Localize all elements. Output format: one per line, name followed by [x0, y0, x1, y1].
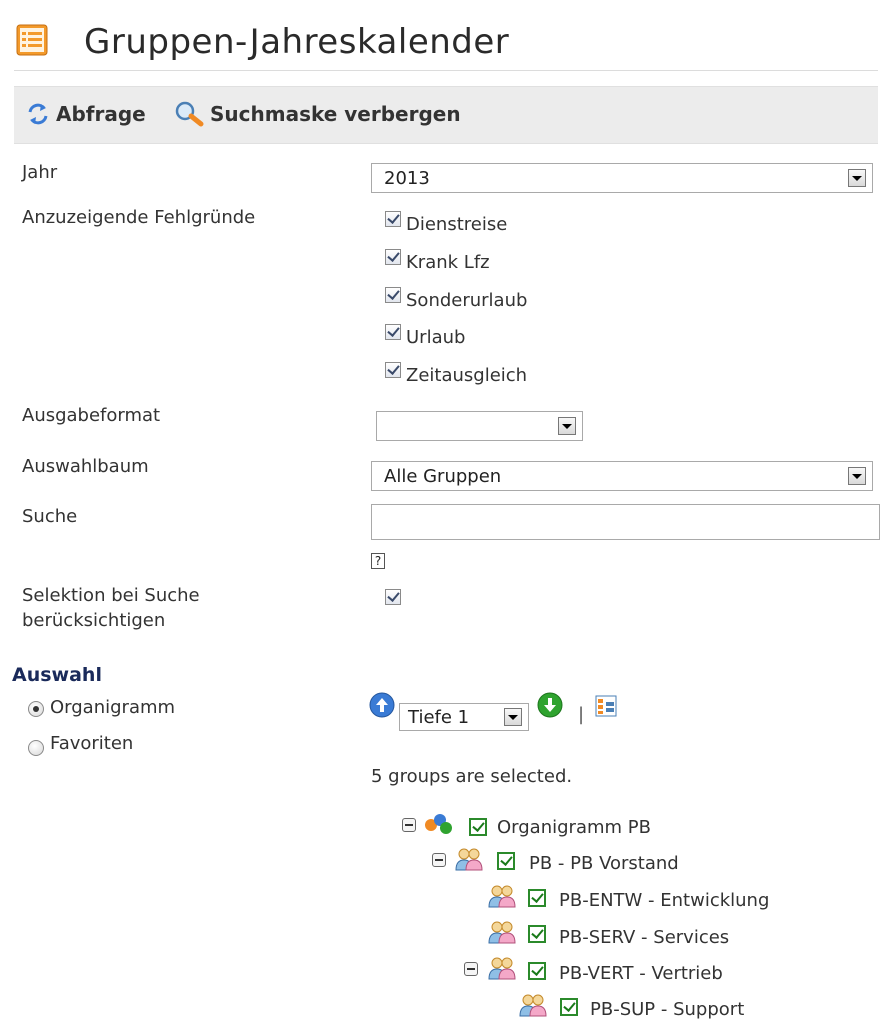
search-input[interactable]: [371, 504, 880, 540]
group-users-icon: [519, 994, 547, 1017]
query-button-label: Abfrage: [56, 102, 146, 126]
group-users-icon: [455, 848, 483, 871]
radio-organigramm-label: Organigramm: [50, 697, 176, 718]
tree-checkbox[interactable]: [528, 962, 546, 980]
tree-node-label[interactable]: PB - PB Vorstand: [529, 853, 679, 874]
radio-favoriten-label: Favoriten: [50, 733, 134, 754]
year-select[interactable]: 2013: [371, 163, 873, 193]
radio-organigramm[interactable]: [28, 701, 44, 717]
arrow-up-circle-icon[interactable]: [369, 692, 395, 718]
tree-checkbox[interactable]: [560, 998, 578, 1016]
reason-checkbox-krank-lfz[interactable]: [385, 249, 401, 265]
page-title: Gruppen-Jahreskalender: [84, 22, 510, 62]
help-icon[interactable]: ?: [371, 553, 385, 569]
reason-checkbox-zeitausgleich[interactable]: [385, 362, 401, 378]
tree-toggle-collapse[interactable]: [402, 818, 416, 832]
chevron-down-icon[interactable]: [848, 467, 866, 485]
selection-in-search-label-line2: berücksichtigen: [22, 610, 166, 631]
depth-select[interactable]: Tiefe 1: [399, 703, 529, 731]
toolbar: Abfrage Suchmaske verbergen: [14, 86, 878, 144]
output-format-select[interactable]: [376, 411, 583, 441]
chevron-down-icon[interactable]: [558, 417, 576, 435]
tree-toggle-collapse[interactable]: [432, 853, 446, 867]
group-users-icon: [488, 885, 516, 908]
selection-heading: Auswahl: [12, 664, 102, 686]
reason-label-krank-lfz: Krank Lfz: [406, 252, 490, 273]
tree-checkbox[interactable]: [497, 852, 515, 870]
tree-node-label[interactable]: PB-SUP - Support: [590, 999, 744, 1020]
selection-status: 5 groups are selected.: [371, 766, 573, 787]
reasons-label: Anzuzeigende Fehlgründe: [22, 207, 256, 228]
reason-label-dienstreise: Dienstreise: [406, 214, 508, 235]
tree-node-label[interactable]: PB-SERV - Services: [559, 927, 729, 948]
reason-label-sonderurlaub: Sonderurlaub: [406, 290, 528, 311]
tree-select-value: Alle Gruppen: [384, 466, 502, 487]
chevron-down-icon[interactable]: [504, 708, 522, 726]
organigram-icon: [425, 814, 452, 834]
group-users-icon: [488, 921, 516, 944]
tree-node-label[interactable]: PB-VERT - Vertrieb: [559, 963, 723, 984]
hide-search-button[interactable]: Suchmaske verbergen: [174, 99, 461, 129]
year-label: Jahr: [22, 162, 58, 183]
selection-in-search-label-line1: Selektion bei Suche: [22, 585, 200, 606]
tree-toggle-collapse[interactable]: [464, 962, 478, 976]
tree-node-label[interactable]: Organigramm PB: [497, 817, 651, 838]
hide-search-button-label: Suchmaske verbergen: [210, 102, 461, 126]
orgchart-icon[interactable]: [595, 695, 617, 717]
title-bar: Gruppen-Jahreskalender: [14, 12, 878, 71]
year-select-value: 2013: [384, 168, 430, 189]
magnifier-icon: [175, 101, 204, 127]
calendar-list-icon: [16, 24, 48, 56]
chevron-down-icon[interactable]: [848, 169, 866, 187]
reason-checkbox-sonderurlaub[interactable]: [385, 287, 401, 303]
tree-node-label[interactable]: PB-ENTW - Entwicklung: [559, 890, 769, 911]
tree-select-label: Auswahlbaum: [22, 456, 149, 477]
reason-label-zeitausgleich: Zeitausgleich: [406, 365, 528, 386]
group-users-icon: [488, 957, 516, 980]
refresh-arrows-icon: [28, 103, 48, 125]
separator: |: [578, 704, 585, 725]
output-format-label: Ausgabeformat: [22, 405, 161, 426]
reason-checkbox-dienstreise[interactable]: [385, 211, 401, 227]
query-button[interactable]: Abfrage: [26, 99, 146, 129]
selection-in-search-checkbox[interactable]: [385, 589, 401, 605]
radio-favoriten[interactable]: [28, 740, 44, 756]
tree-checkbox[interactable]: [528, 889, 546, 907]
search-label: Suche: [22, 506, 78, 527]
depth-select-value: Tiefe 1: [408, 707, 470, 728]
reason-checkbox-urlaub[interactable]: [385, 324, 401, 340]
reason-label-urlaub: Urlaub: [406, 327, 466, 348]
tree-checkbox[interactable]: [469, 818, 487, 836]
tree-checkbox[interactable]: [528, 925, 546, 943]
tree-select[interactable]: Alle Gruppen: [371, 461, 873, 491]
arrow-down-circle-icon[interactable]: [537, 692, 563, 718]
